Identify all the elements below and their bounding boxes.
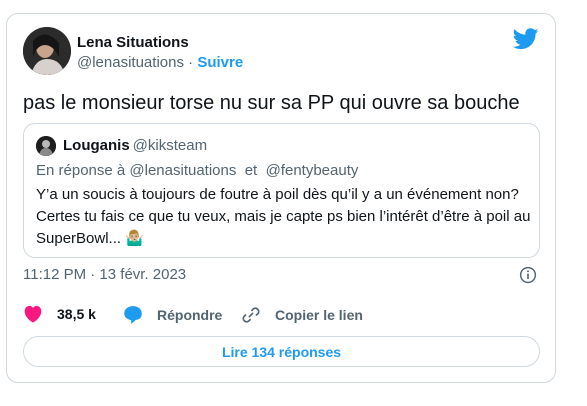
reply-button[interactable]: Répondre <box>123 305 222 324</box>
info-icon[interactable] <box>519 266 537 284</box>
author-handle[interactable]: @lenasituations <box>77 54 184 71</box>
reply-mention-1[interactable]: @lenasituations <box>129 162 236 179</box>
reply-bubble-icon <box>124 306 142 324</box>
reply-prefix: En réponse à <box>36 162 126 179</box>
tweet-text: pas le monsieur torse nu sur sa PP qui o… <box>23 92 520 114</box>
follow-button[interactable]: Suivre <box>197 54 243 71</box>
action-bar: 38,5 k Répondre Copier le lien <box>23 305 543 327</box>
copy-link-button[interactable]: Copier le lien <box>241 305 363 325</box>
quote-author-handle[interactable]: @kiksteam <box>133 137 207 154</box>
copy-link-label: Copier le lien <box>275 307 363 323</box>
like-button[interactable]: 38,5 k <box>23 305 96 323</box>
link-icon <box>242 307 260 323</box>
quoted-tweet[interactable]: Louganis @kiksteam En réponse à @lenasitu… <box>23 123 540 258</box>
author-name[interactable]: Lena Situations <box>77 34 189 51</box>
separator: · <box>183 54 198 71</box>
quote-author-avatar[interactable] <box>36 136 56 156</box>
tweet-card: Lena Situations @lenasituations · Suivre… <box>6 13 556 383</box>
reply-and: et <box>244 162 258 179</box>
quote-body: Y’a un soucis à toujours de foutre à poi… <box>36 186 531 247</box>
tweet-timestamp[interactable]: 11:12 PM · 13 févr. 2023 <box>23 266 186 283</box>
quote-reply-context: En réponse à @lenasituations et @fentybe… <box>36 162 358 179</box>
heart-icon <box>24 305 42 323</box>
reply-label: Répondre <box>157 306 223 323</box>
quote-author-name[interactable]: Louganis <box>63 137 130 154</box>
quote-author-row: Louganis @kiksteam <box>63 137 207 154</box>
reply-mention-2[interactable]: @fentybeauty <box>266 162 359 179</box>
author-handle-row: @lenasituations · Suivre <box>77 54 243 71</box>
author-avatar[interactable] <box>23 27 71 75</box>
like-count: 38,5 k <box>57 306 96 322</box>
twitter-bird-icon[interactable] <box>513 28 539 50</box>
read-replies-button[interactable]: Lire 134 réponses <box>23 336 540 367</box>
